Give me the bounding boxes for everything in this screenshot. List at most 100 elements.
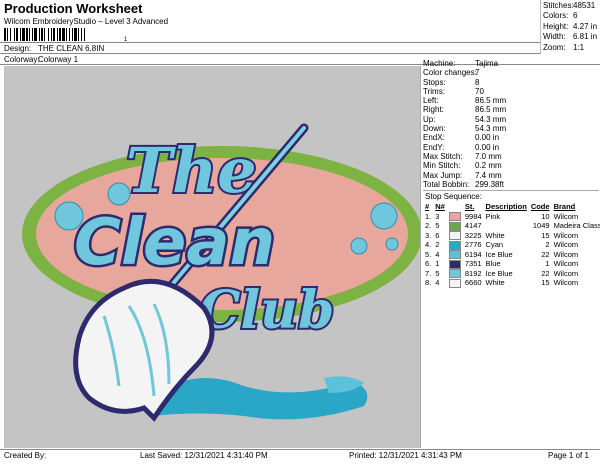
cell-needle: 2 (435, 240, 440, 250)
cell-code: 10 (541, 211, 550, 221)
printed-date: Printed: 12/31/2021 4:31:43 PM (349, 451, 462, 460)
table-row: 3. 6 3225 White 15 Wilcom (423, 231, 600, 241)
table-row: 4. 2 2776 Cyan 2 Wilcom (423, 240, 600, 250)
cell-n: 6. (425, 259, 432, 269)
info-value: 0.2 mm (475, 161, 502, 171)
info-row: Max Jump: 7.4 mm (423, 171, 599, 180)
info-label: Max Jump: (423, 170, 463, 180)
column-header: Description (485, 202, 527, 212)
table-row: 7. 5 8192 Ice Blue 22 Wilcom (423, 269, 600, 279)
page-number: Page 1 of 1 (548, 451, 589, 460)
cell-st: 6660 (464, 278, 482, 288)
info-row: Up: 54.3 mm (423, 115, 599, 124)
cell-brand: Wilcom (553, 268, 579, 278)
info-label: Min Stitch: (423, 161, 461, 171)
table-row: 8. 4 6660 White 15 Wilcom (423, 278, 600, 288)
info-row: Min Stitch: 0.2 mm (423, 161, 599, 170)
barcode (4, 28, 85, 41)
cell-code: 1 (545, 259, 550, 269)
cell-needle: 6 (435, 230, 440, 240)
cell-brand: Wilcom (553, 249, 579, 259)
cell-code: 15 (541, 230, 550, 240)
info-label: EndY: (423, 142, 445, 152)
machine-info-panel: Machine: Tajima Color changes: 7 Stops: 8 Trim… (423, 59, 600, 288)
column-header: # (425, 202, 430, 212)
stop-sequence-title: Stop Sequence: (425, 192, 482, 202)
info-label: Max Stitch: (423, 151, 463, 161)
color-swatch (448, 278, 461, 288)
info-value: 54.3 mm (475, 114, 507, 124)
info-label: Left: (423, 96, 439, 106)
page-title: Production Worksheet (4, 1, 143, 16)
column-header: Brand (553, 202, 576, 212)
colorway-label: Colorway: (4, 55, 40, 64)
table-row: 6. 1 7351 Blue 1 Wilcom (423, 259, 600, 269)
column-header: Code (530, 202, 550, 212)
info-row: Trims: 70 (423, 87, 599, 96)
color-swatch (448, 231, 461, 241)
swatch-cell (447, 259, 463, 269)
column-header: N# (435, 202, 445, 212)
cell-desc: White (485, 278, 505, 288)
cell-desc: Ice Blue (485, 268, 513, 278)
created-by: Created By: (4, 451, 47, 460)
info-row: Left: 86.5 mm (423, 96, 599, 105)
info-row: Right: 86.5 mm (423, 105, 599, 114)
info-label: Down: (423, 124, 446, 134)
cell-brand: Madeira Classic 40 (553, 221, 600, 231)
color-swatch (448, 240, 461, 250)
cell-needle: 5 (435, 268, 440, 278)
info-value: 0.00 in (475, 133, 500, 143)
info-value: 70 (475, 86, 484, 96)
divider (423, 190, 599, 192)
stat-row: Width: 6.81 in (543, 32, 598, 42)
cell-st: 2776 (464, 240, 482, 250)
cell-n: 5. (425, 249, 432, 259)
info-label: Trims: (423, 86, 445, 96)
info-value: 86.5 mm (475, 105, 507, 115)
last-saved: Last Saved: 12/31/2021 4:31:40 PM (140, 451, 268, 460)
info-value: 7.4 mm (475, 170, 502, 180)
info-label: Machine: (423, 59, 456, 68)
info-row: Stops: 8 (423, 78, 599, 87)
colorway-value: Colorway 1 (38, 55, 79, 64)
info-value: 8 (475, 77, 480, 87)
cell-st: 7351 (464, 259, 482, 269)
design-text-clean: Clean (74, 206, 275, 280)
info-value: 86.5 mm (475, 96, 507, 106)
cell-n: 8. (425, 278, 432, 288)
divider (0, 53, 540, 54)
divider (0, 42, 540, 43)
cell-st: 9984 (464, 211, 482, 221)
swatch-cell (447, 221, 463, 231)
info-row: EndY: 0.00 in (423, 143, 599, 152)
design-value: THE CLEAN 6,8IN (38, 44, 105, 53)
cell-st: 8192 (464, 268, 482, 278)
color-swatch (448, 221, 461, 231)
design-label: Design: (4, 44, 32, 53)
cell-desc: Cyan (485, 240, 504, 250)
column-header: St. (464, 202, 475, 212)
info-value: 54.3 mm (475, 124, 507, 134)
info-row: Color changes: 7 (423, 68, 599, 77)
swatch-cell (447, 278, 463, 288)
info-value: 299.38ft (475, 179, 504, 189)
info-value: Tajima (475, 59, 499, 68)
info-row: Down: 54.3 mm (423, 124, 599, 133)
stat-row: Height: 4.27 in (543, 21, 598, 31)
cell-desc: Ice Blue (485, 249, 513, 259)
swatch-cell (447, 231, 463, 241)
info-row: Total Bobbin: 299.38ft (423, 180, 599, 189)
swatch-cell (447, 269, 463, 279)
design-row: Design: THE CLEAN 6,8IN (4, 44, 104, 53)
info-label: Stops: (423, 77, 446, 87)
stat-row: Colors: 6 (543, 11, 578, 21)
divider (0, 449, 600, 450)
bubble (350, 237, 368, 255)
cell-needle: 4 (435, 249, 440, 259)
cell-n: 2. (425, 221, 432, 231)
design-preview: The Clean Club (4, 66, 422, 448)
cell-brand: Wilcom (553, 230, 579, 240)
cell-n: 4. (425, 240, 432, 250)
cell-needle: 5 (435, 221, 440, 231)
